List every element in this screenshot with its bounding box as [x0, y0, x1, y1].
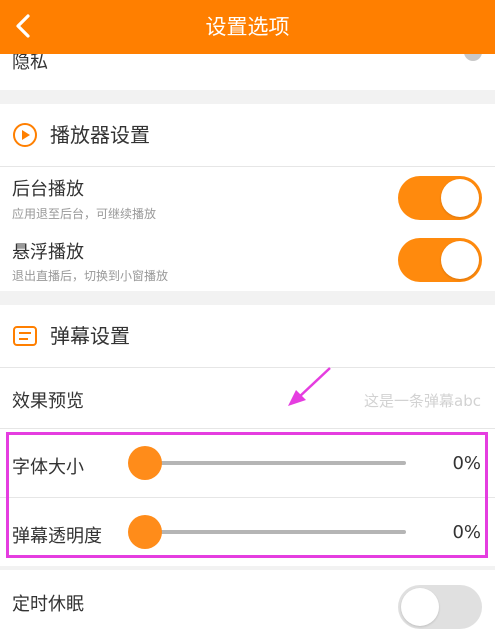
background-play-label: 后台播放	[12, 179, 84, 200]
sleep-timer-label: 定时休眠	[12, 594, 84, 615]
font-size-slider-track[interactable]	[150, 461, 406, 465]
preview-label: 效果预览	[12, 391, 84, 412]
preview-sample-text: 这是一条弹幕abc	[364, 392, 481, 410]
danmaku-list-icon	[13, 326, 37, 346]
toggle-knob	[441, 241, 479, 279]
toggle-knob	[401, 588, 439, 626]
font-size-slider-thumb[interactable]	[128, 446, 162, 480]
privacy-label: 隐私	[12, 54, 48, 73]
font-size-value: 0%	[452, 453, 481, 474]
font-size-row: 字体大小 0%	[0, 429, 495, 497]
player-settings-header: 播放器设置	[0, 104, 495, 167]
toggle-knob	[441, 179, 479, 217]
page-title: 设置选项	[205, 15, 290, 39]
privacy-row[interactable]: 隐私	[0, 54, 495, 90]
opacity-value: 0%	[452, 522, 481, 543]
background-play-toggle[interactable]	[398, 176, 482, 220]
sleep-timer-toggle[interactable]	[398, 585, 482, 629]
play-circle-icon	[13, 123, 37, 147]
float-play-row: 悬浮播放 退出直播后，切换到小窗播放	[0, 229, 495, 291]
opacity-slider-track[interactable]	[150, 530, 406, 534]
font-size-label: 字体大小	[12, 457, 84, 478]
sleep-timer-row: 定时休眠	[0, 570, 495, 634]
danmaku-settings-title: 弹幕设置	[50, 324, 130, 348]
float-play-desc: 退出直播后，切换到小窗播放	[12, 269, 169, 283]
opacity-row: 弹幕透明度 0%	[0, 498, 495, 566]
background-play-row: 后台播放 应用退至后台，可继续播放	[0, 167, 495, 229]
danmaku-settings-header: 弹幕设置	[0, 305, 495, 368]
float-play-label: 悬浮播放	[12, 242, 84, 263]
app-header: 设置选项	[0, 0, 495, 54]
opacity-label: 弹幕透明度	[12, 526, 102, 547]
background-play-desc: 应用退至后台，可继续播放	[12, 207, 157, 221]
preview-row: 效果预览 这是一条弹幕abc	[0, 368, 495, 428]
chevron-right-icon	[464, 54, 482, 61]
player-settings-title: 播放器设置	[50, 123, 150, 147]
opacity-slider-thumb[interactable]	[128, 515, 162, 549]
float-play-toggle[interactable]	[398, 238, 482, 282]
